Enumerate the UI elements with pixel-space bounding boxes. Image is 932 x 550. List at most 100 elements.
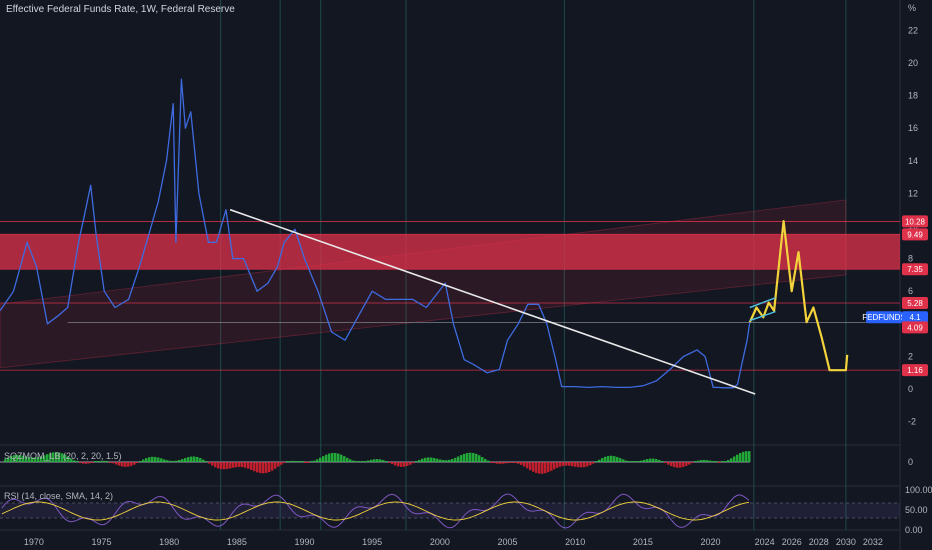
sqzmom-bar	[376, 459, 379, 462]
sqzmom-bar	[262, 462, 265, 474]
sqzmom-bar	[418, 459, 421, 462]
y-unit-label: %	[908, 3, 916, 13]
sqzmom-bar	[613, 456, 616, 462]
sqzmom-bar	[550, 462, 553, 471]
sqzmom-bar	[556, 462, 559, 468]
sqzmom-bar	[256, 462, 259, 473]
sqzmom-bar	[391, 462, 394, 465]
sqzmom-bar	[274, 462, 277, 469]
sqzmom-bar	[415, 461, 418, 462]
sqzmom-bar	[529, 462, 532, 471]
sqzmom-bar	[748, 451, 751, 462]
sqzmom-bar	[481, 457, 484, 462]
sqzmom-bar	[91, 462, 94, 463]
sqzmom-bar	[334, 452, 337, 462]
price-badge-label: 9.49	[907, 230, 923, 239]
sqzmom-bar	[253, 462, 256, 472]
y-tick-label: 8	[908, 254, 913, 264]
sqzmom-bar	[271, 462, 274, 471]
sqzmom-bar	[745, 451, 748, 462]
y-tick-label: 12	[908, 188, 918, 198]
sqzmom-bar	[100, 460, 103, 462]
sqzmom-bar	[589, 462, 592, 466]
x-tick-label: 1990	[294, 537, 314, 547]
rsi-band	[0, 503, 900, 518]
sqzmom-bar	[676, 462, 679, 468]
x-tick-label: 2030	[836, 537, 856, 547]
sqzmom-bar	[436, 458, 439, 462]
price-badge-label: 1.16	[907, 366, 923, 375]
sqzmom-bar	[145, 458, 148, 462]
sqzmom-bar	[124, 462, 127, 467]
sqzmom-bar	[634, 461, 637, 462]
sqzmom-bar	[502, 462, 505, 464]
sqzmom-bar	[631, 461, 634, 462]
sqzmom-bar	[403, 462, 406, 467]
sqzmom-bar	[175, 460, 178, 462]
sqzmom-bar	[88, 462, 91, 464]
sqzmom-bar	[367, 460, 370, 462]
x-tick-label: 2032	[863, 537, 883, 547]
sqzmom-bar	[157, 457, 160, 462]
sqzmom-bar	[109, 462, 112, 463]
x-tick-label: 1985	[227, 537, 247, 547]
sqzmom-bar	[577, 462, 580, 468]
sqzmom-bar	[616, 456, 619, 462]
sqzmom-bar	[352, 460, 355, 462]
sqzmom-bar	[163, 459, 166, 462]
sqzmom-bar	[457, 456, 460, 462]
sqzmom-bar	[208, 462, 211, 464]
sqzmom-bar	[172, 460, 175, 462]
x-tick-label: 2005	[498, 537, 518, 547]
sqzmom-bar	[361, 461, 364, 462]
sqzmom-bar	[400, 462, 403, 467]
sqzmom-bar	[601, 458, 604, 462]
sqzmom-bar	[607, 455, 610, 462]
chart-canvas[interactable]: %2220181614121086420-2197019751980198519…	[0, 0, 932, 550]
y-tick-label: 22	[908, 25, 918, 35]
sqzmom-bar	[220, 462, 223, 470]
sqzmom-bar	[409, 462, 412, 465]
sqzmom-bar	[118, 462, 121, 466]
sqzmom-bar	[370, 459, 373, 462]
sqzmom-bar	[214, 462, 217, 468]
sqzmom-bar	[277, 462, 280, 467]
price-badge-label: 5.28	[907, 299, 923, 308]
sqzmom-bar	[625, 460, 628, 462]
chart-title: Effective Federal Funds Rate, 1W, Federa…	[6, 4, 235, 15]
sqzmom-bar	[733, 456, 736, 462]
sqzmom-bar	[310, 461, 313, 462]
sqzmom-bar	[451, 459, 454, 462]
sqzmom-bar	[265, 462, 268, 473]
sqzmom-bar	[199, 458, 202, 462]
sqzmom-bar	[685, 462, 688, 466]
sqzmom-bar	[742, 451, 745, 462]
sqzmom-bar	[424, 457, 427, 462]
sqzmom-bar	[169, 460, 172, 462]
y-tick-label: -2	[908, 417, 916, 427]
sqzmom-label: SQZMOM_LB (20, 2, 20, 1.5)	[4, 451, 122, 461]
sqzmom-bar	[142, 459, 145, 462]
sqzmom-bar	[598, 459, 601, 462]
sqzmom-bar	[316, 459, 319, 462]
sqzmom-bar	[304, 462, 307, 463]
sqzmom-bar	[190, 456, 193, 462]
sqzmom-bar	[121, 462, 124, 467]
sqzmom-bar	[148, 457, 151, 462]
sqzmom-bar	[322, 456, 325, 462]
sqzmom-bar	[289, 461, 292, 462]
sqzmom-bar	[202, 459, 205, 462]
sqzmom-bar	[727, 459, 730, 462]
sqzmom-bar	[640, 460, 643, 462]
x-tick-label: 2024	[755, 537, 775, 547]
sqzmom-zero-label: 0	[908, 457, 913, 467]
sqzmom-bar	[439, 459, 442, 462]
sqzmom-bar	[160, 458, 163, 462]
sqzmom-bar	[595, 461, 598, 462]
sqzmom-bar	[328, 453, 331, 462]
sqzmom-bar	[724, 461, 727, 462]
sqzmom-bar	[463, 453, 466, 462]
sqzmom-bar	[583, 462, 586, 468]
sqzmom-bar	[241, 462, 244, 468]
price-badge-label: 10.28	[905, 217, 926, 226]
